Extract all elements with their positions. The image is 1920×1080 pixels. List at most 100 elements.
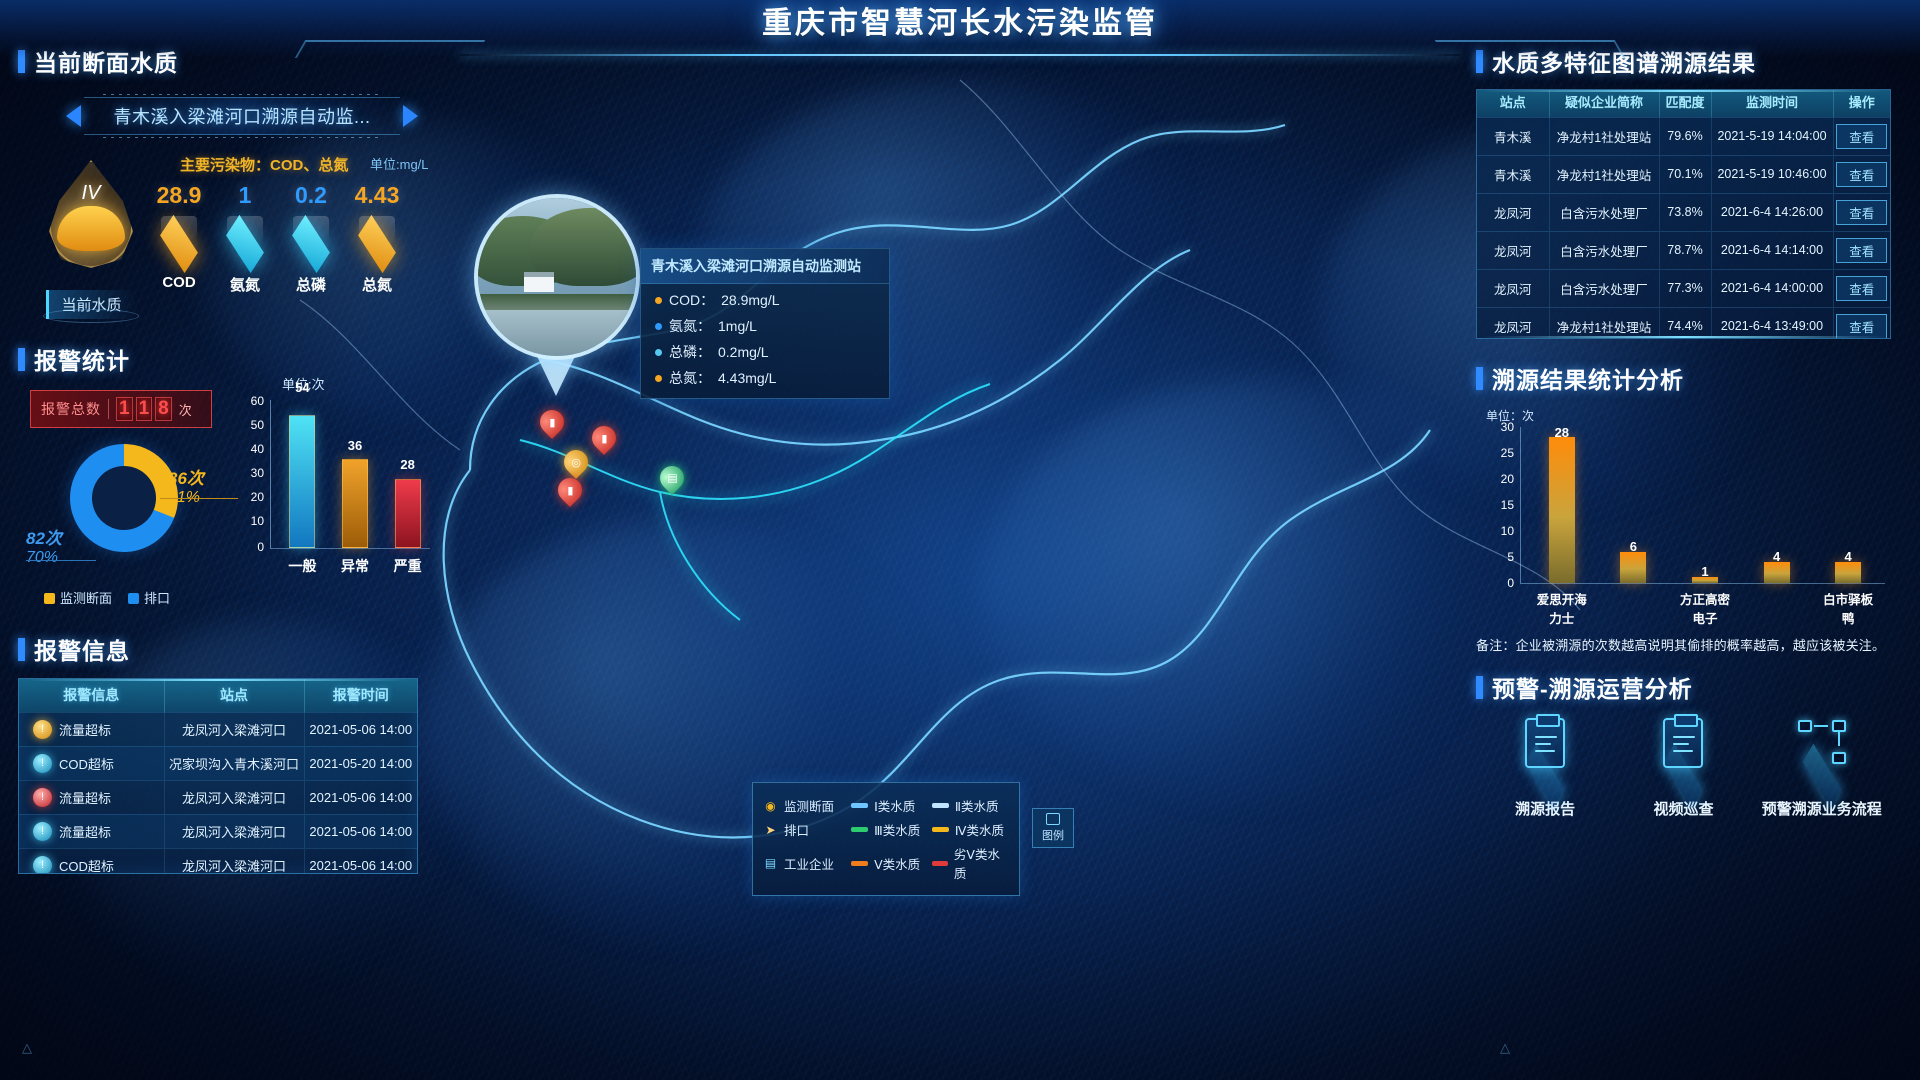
table-row[interactable]: ! 流量超标 龙凤河入梁滩河口 2021-05-06 14:00 bbox=[19, 779, 417, 814]
legend-item-class-5: Ⅴ类水质 bbox=[851, 854, 932, 873]
ops-item-video-patrol[interactable]: 视频巡查 bbox=[1620, 714, 1746, 819]
alarm-digit: 1 bbox=[116, 397, 133, 421]
title-tick bbox=[18, 347, 25, 371]
station-name: 青木溪入梁滩河口溯源自动监... bbox=[113, 107, 371, 127]
station-detail-popup: 青木溪入梁滩河口溯源自动监测站 COD： 28.9mg/L 氨氮： 1mg/L 总磷… bbox=[640, 248, 890, 399]
bar-column: 28 bbox=[1531, 425, 1593, 583]
alarm-station: 龙凤河入梁滩河口 bbox=[164, 711, 305, 746]
y-tick: 5 bbox=[1507, 550, 1514, 564]
y-tick: 40 bbox=[250, 442, 264, 456]
alarm-total-label: 报警总数 bbox=[41, 401, 101, 417]
table-row[interactable]: ! 流量超标 龙凤河入梁滩河口 2021-05-06 14:00 bbox=[19, 711, 417, 746]
table-row[interactable]: 青木溪 净龙村1社处理站 70.1% 2021-5-19 10:46:00 查看 bbox=[1477, 154, 1890, 193]
legend-toggle-button[interactable]: 图例 bbox=[1032, 808, 1074, 848]
bar-group: 54 36 28 bbox=[276, 380, 434, 548]
monitor-section-icon: ◉ bbox=[765, 798, 776, 813]
trace-company: 净龙村1社处理站 bbox=[1549, 116, 1660, 155]
table-row[interactable]: ! COD超标 龙凤河入梁滩河口 2021-05-06 14:00 bbox=[19, 847, 417, 874]
marker-monitor-2[interactable]: ▮ bbox=[587, 421, 621, 458]
trace-site: 龙凤河 bbox=[1477, 306, 1550, 338]
metric-item: 28.9 COD bbox=[146, 182, 212, 295]
title-tick bbox=[1476, 366, 1483, 390]
chevron-right-icon[interactable] bbox=[403, 105, 418, 127]
outlet-icon: ➤ bbox=[765, 822, 776, 837]
y-tick: 20 bbox=[250, 490, 264, 504]
table-row[interactable]: ! 流量超标 龙凤河入梁滩河口 2021-05-06 14:00 bbox=[19, 813, 417, 848]
alarm-total-badge: 报警总数 1 1 8 次 bbox=[30, 390, 212, 428]
alarm-type: 流量超标 bbox=[59, 790, 112, 806]
bar-value: 28 bbox=[400, 457, 415, 472]
legend-label: 排口 bbox=[144, 591, 171, 606]
donut-callout-outlet: 82次 70% bbox=[26, 524, 96, 567]
view-button[interactable]: 查看 bbox=[1836, 237, 1888, 263]
legend-item-outlet: ➤ 排口 bbox=[763, 820, 851, 839]
bar-value: 1 bbox=[1701, 564, 1709, 579]
ops-item-workflow[interactable]: 预警溯源业务流程 bbox=[1759, 720, 1885, 819]
marker-monitor-1[interactable]: ▮ bbox=[535, 405, 569, 442]
station-selector[interactable]: 青木溪入梁滩河口溯源自动监... bbox=[66, 94, 418, 138]
alarm-time: 2021-05-06 14:00 bbox=[304, 779, 417, 814]
alarm-total-digits: 1 1 8 bbox=[116, 397, 172, 421]
popup-label: 总磷： bbox=[669, 344, 711, 360]
popup-label: COD： bbox=[669, 292, 715, 308]
alarm-time: 2021-05-06 14:00 bbox=[304, 711, 417, 746]
bell-icon: ! bbox=[33, 821, 52, 841]
trace-time: 2021-6-4 14:26:00 bbox=[1711, 192, 1834, 231]
alarm-info-table: 报警信息 站点 报警时间 ! 流量超标 龙凤河入梁滩河口 2021-05-06 1… bbox=[19, 679, 417, 874]
section-ops-analysis: 预警-溯源运营分析 bbox=[1476, 670, 1906, 704]
alarm-total-suffix: 次 bbox=[178, 402, 192, 418]
bell-icon: ! bbox=[33, 753, 52, 773]
legend-item-class-2: Ⅱ类水质 bbox=[931, 796, 1009, 815]
alarm-statistics-block: 报警统计 报警总数 1 1 8 次 36次 31% 82次 70% 监测断面 排… bbox=[18, 342, 438, 606]
trace-match: 79.6% bbox=[1659, 116, 1712, 155]
legend-label: Ⅱ类水质 bbox=[954, 800, 999, 814]
alarm-type: COD超标 bbox=[59, 858, 114, 874]
view-button[interactable]: 查看 bbox=[1836, 123, 1888, 149]
table-row[interactable]: 龙凤河 白含污水处理厂 78.7% 2021-6-4 14:14:00 查看 bbox=[1477, 230, 1890, 269]
legend-item-industry: ▤ 工业企业 bbox=[763, 854, 851, 873]
view-button[interactable]: 查看 bbox=[1836, 199, 1888, 225]
column-header: 匹配度 bbox=[1659, 90, 1712, 117]
metric-name: 总磷 bbox=[295, 277, 326, 294]
water-drop-icon: IV bbox=[49, 160, 133, 268]
popup-title: 青木溪入梁滩河口溯源自动监测站 bbox=[641, 249, 889, 284]
trace-site: 龙凤河 bbox=[1477, 268, 1550, 307]
marker-factory-1[interactable]: ▤ bbox=[655, 461, 689, 498]
view-button[interactable]: 查看 bbox=[1836, 313, 1888, 338]
table-row[interactable]: 龙凤河 白含污水处理厂 77.3% 2021-6-4 14:00:00 查看 bbox=[1477, 268, 1890, 307]
bar-value: 4 bbox=[1844, 549, 1852, 564]
marker-monitor-3[interactable]: ▮ bbox=[553, 473, 587, 510]
legend-label: 劣Ⅴ类水质 bbox=[953, 848, 1000, 881]
x-tick: 白市驿板鸭 bbox=[1823, 593, 1874, 626]
factory-icon: ▤ bbox=[764, 856, 777, 870]
trace-results-table-container[interactable]: 站点 疑似企业简称 匹配度 监测时间 操作 青木溪 净龙村1社处理站 79.6%… bbox=[1476, 89, 1891, 339]
popup-value: 1mg/L bbox=[718, 318, 757, 334]
legend-row: ➤ 排口 Ⅲ类水质 Ⅳ类水质 bbox=[763, 820, 1009, 839]
metric-value: 4.43 bbox=[354, 182, 400, 208]
alarm-type: COD超标 bbox=[59, 756, 114, 772]
view-button[interactable]: 查看 bbox=[1836, 161, 1888, 187]
station-photo-pointer bbox=[534, 350, 578, 396]
donut-count: 82次 bbox=[26, 529, 62, 548]
table-row[interactable]: 青木溪 净龙村1社处理站 79.6% 2021-5-19 14:04:00 查看 bbox=[1477, 116, 1890, 155]
table-row[interactable]: 龙凤河 白含污水处理厂 73.8% 2021-6-4 14:26:00 查看 bbox=[1477, 192, 1890, 231]
trace-company: 净龙村1社处理站 bbox=[1549, 154, 1660, 193]
table-row[interactable]: 龙凤河 净龙村1社处理站 74.4% 2021-6-4 13:49:00 查看 bbox=[1477, 306, 1890, 338]
alarm-info-block: 报警信息 报警信息 站点 报警时间 ! 流量超标 龙凤河入梁滩河口 2021-05… bbox=[18, 632, 438, 874]
table-row[interactable]: ! COD超标 况家坝沟入青木溪河口 2021-05-20 14:00 bbox=[19, 745, 417, 780]
view-button[interactable]: 查看 bbox=[1836, 275, 1888, 301]
bar-column: 28 bbox=[388, 400, 428, 548]
chevron-left-icon[interactable] bbox=[66, 105, 81, 127]
water-quality-metrics: 主要污染物：COD、总氮 单位:mg/L IV 当前水质 28.9 COD 1 … bbox=[18, 146, 438, 336]
station-photo[interactable] bbox=[478, 198, 636, 356]
metric-cube-icon bbox=[351, 214, 403, 274]
metric-cube-icon bbox=[285, 214, 337, 274]
ops-item-trace-report[interactable]: 溯源报告 bbox=[1482, 714, 1608, 819]
left-panel: 当前断面水质 青木溪入梁滩河口溯源自动监... 主要污染物：COD、总氮 单位:… bbox=[18, 44, 438, 874]
alarm-info-table-container[interactable]: 报警信息 站点 报警时间 ! 流量超标 龙凤河入梁滩河口 2021-05-06 1… bbox=[18, 678, 418, 874]
trace-site: 青木溪 bbox=[1477, 154, 1550, 193]
legend-label: Ⅰ类水质 bbox=[874, 800, 916, 814]
legend-item-class-3: Ⅲ类水质 bbox=[851, 820, 932, 839]
metric-value: 0.2 bbox=[295, 182, 327, 208]
bar-column: 6 bbox=[1602, 427, 1664, 583]
